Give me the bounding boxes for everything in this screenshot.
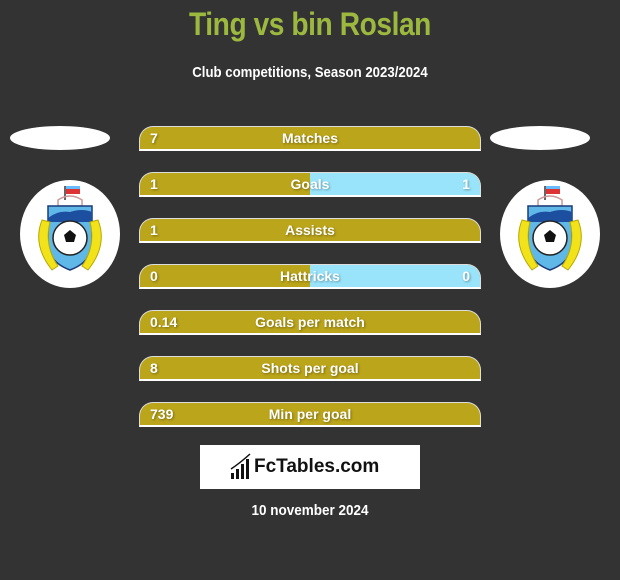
left-value: 8 <box>150 360 158 376</box>
stat-row: Goals per match 0.14 <box>139 310 481 335</box>
stat-label: Min per goal <box>268 406 352 422</box>
brand-name: FcTables.com <box>254 456 380 477</box>
report-date: 10 november 2024 <box>251 502 369 519</box>
left-value: 739 <box>150 406 174 422</box>
stat-label: Goals per match <box>255 314 365 330</box>
stat-label: Assists <box>285 222 335 238</box>
right-value: 0 <box>462 268 470 284</box>
stat-label: Goals <box>290 176 330 192</box>
page-title: Ting vs bin Roslan <box>189 6 431 42</box>
fctables-brand[interactable]: FcTables.com <box>200 445 420 489</box>
left-player-placeholder <box>10 126 110 150</box>
left-club-logo <box>20 180 120 288</box>
right-value: 1 <box>462 176 470 192</box>
right-club-logo <box>500 180 600 288</box>
sabah-fa-crest-icon <box>38 186 102 271</box>
stat-label: Matches <box>281 130 339 146</box>
stat-row: Hattricks 0 0 <box>139 264 481 289</box>
left-value: 0 <box>150 268 158 284</box>
stat-row: Assists 1 <box>139 218 481 243</box>
left-value: 0.14 <box>150 314 178 330</box>
stat-row: Matches 7 <box>139 126 481 151</box>
stat-label: Hattricks <box>280 268 340 284</box>
stat-row: Min per goal 739 <box>139 402 481 427</box>
bar-chart-icon <box>230 453 251 479</box>
left-value: 7 <box>150 130 158 146</box>
right-player-placeholder <box>490 126 590 150</box>
stat-row: Goals 1 1 <box>139 172 481 197</box>
stat-row: Shots per goal 8 <box>139 356 481 381</box>
left-value: 1 <box>150 222 158 238</box>
sabah-fa-crest-icon <box>518 186 582 271</box>
left-value: 1 <box>150 176 158 192</box>
season-subtitle: Club competitions, Season 2023/2024 <box>192 64 428 81</box>
stat-label: Shots per goal <box>261 360 359 376</box>
